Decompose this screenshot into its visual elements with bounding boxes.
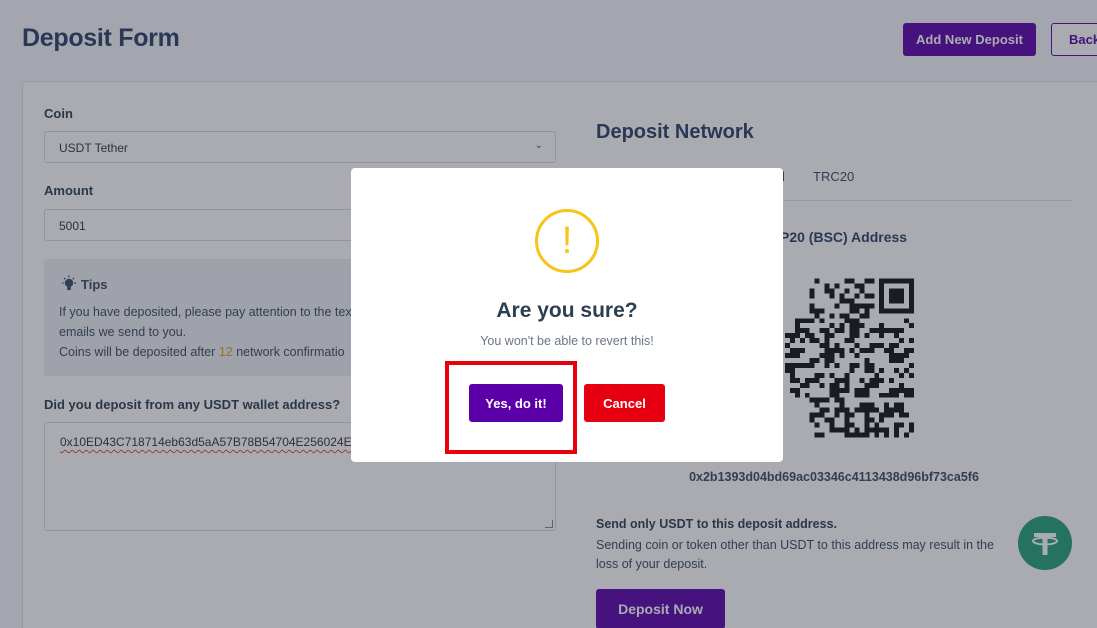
highlight-box (445, 361, 577, 454)
dialog-title: Are you sure? (496, 299, 638, 322)
warning-icon: ! (535, 209, 599, 273)
dialog-text: You won't be able to revert this! (480, 334, 654, 348)
cancel-button[interactable]: Cancel (584, 384, 665, 422)
